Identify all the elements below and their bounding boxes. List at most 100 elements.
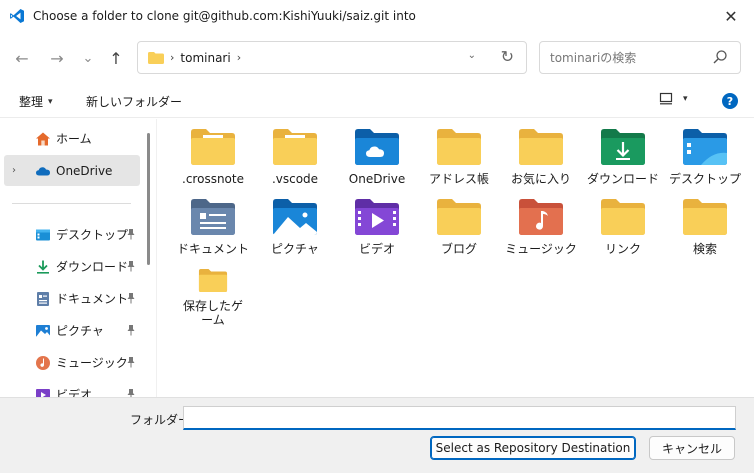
- file-name: デスクトップ: [668, 172, 741, 186]
- command-bar: 整理 ▾ 新しいフォルダー ▾ ?: [0, 84, 754, 118]
- downloads-folder-icon: [601, 129, 645, 165]
- sidebar-scrollbar[interactable]: [147, 133, 150, 265]
- folder-item[interactable]: 検索: [669, 189, 741, 257]
- file-name: お気に入り: [510, 172, 571, 186]
- music-folder-icon: [519, 199, 563, 235]
- chevron-right-icon[interactable]: ›: [12, 165, 16, 176]
- file-name: 検索: [692, 242, 717, 256]
- breadcrumb-chevron-icon[interactable]: ›: [237, 51, 241, 64]
- home-icon: [36, 132, 50, 146]
- organize-menu[interactable]: 整理 ▾: [19, 93, 53, 110]
- dialog-footer: フォルダー: Select as Repository Destination …: [0, 397, 754, 473]
- folder-item[interactable]: .vscode: [259, 119, 331, 187]
- sidebar-item-label: ドキュメント: [56, 292, 129, 306]
- address-bar[interactable]: › tominari › ⌄ ↻: [137, 41, 527, 74]
- pin-icon[interactable]: [126, 356, 136, 371]
- desktop-folder-icon: [683, 129, 727, 165]
- videos-folder-icon: [355, 199, 399, 235]
- navigation-pane: ホーム › OneDrive デスクトップ ダウンロード ドキュメント ピクチャ…: [0, 119, 156, 397]
- breadcrumb-separator-icon: ›: [170, 51, 175, 64]
- sidebar-item-desktop[interactable]: デスクトップ: [4, 219, 140, 250]
- folder-icon: [437, 129, 481, 165]
- file-name: ピクチャ: [271, 242, 319, 256]
- close-button[interactable]: ✕: [708, 0, 754, 32]
- select-repository-destination-button[interactable]: Select as Repository Destination: [430, 436, 636, 460]
- file-name: .vscode: [271, 172, 319, 186]
- folder-item[interactable]: 保存したゲーム: [177, 259, 249, 327]
- sidebar-item-onedrive[interactable]: › OneDrive: [4, 155, 140, 186]
- file-name: アドレス帳: [428, 172, 489, 186]
- chevron-down-icon: ▾: [48, 96, 53, 107]
- pictures-folder-icon: [273, 199, 317, 235]
- file-name: ビデオ: [358, 242, 395, 256]
- pictures-icon: [36, 325, 50, 337]
- sidebar-item-music[interactable]: ミュージック: [4, 347, 140, 378]
- recent-locations-button[interactable]: ⌄: [76, 46, 100, 70]
- file-name: ドキュメント: [176, 242, 249, 256]
- up-button[interactable]: ↑: [104, 46, 128, 70]
- sidebar-item-label: ビデオ: [56, 388, 93, 397]
- folder-item[interactable]: ドキュメント: [177, 189, 249, 257]
- pin-icon[interactable]: [126, 260, 136, 275]
- sidebar-item-label: ピクチャ: [56, 324, 104, 338]
- refresh-button[interactable]: ↻: [501, 47, 514, 66]
- folder-item[interactable]: ミュージック: [505, 189, 577, 257]
- sidebar-item-pictures[interactable]: ピクチャ: [4, 315, 140, 346]
- window-title: Choose a folder to clone git@github.com:…: [33, 9, 416, 23]
- search-box[interactable]: [539, 41, 741, 74]
- navigation-bar: ← → ⌄ ↑ › tominari › ⌄ ↻: [0, 32, 754, 84]
- sidebar-item-videos[interactable]: ビデオ: [4, 379, 140, 397]
- sidebar-divider: [12, 203, 131, 204]
- pin-icon[interactable]: [126, 324, 136, 339]
- folder-item[interactable]: OneDrive: [341, 119, 413, 187]
- pin-icon[interactable]: [126, 292, 136, 307]
- folder-icon: [519, 129, 563, 165]
- new-folder-button[interactable]: 新しいフォルダー: [86, 93, 182, 110]
- folder-name-input[interactable]: [183, 406, 736, 430]
- folder-item[interactable]: デスクトップ: [669, 119, 741, 187]
- documents-icon: [37, 292, 49, 306]
- view-menu-button[interactable]: ▾: [659, 92, 688, 105]
- sidebar-item-home[interactable]: ホーム: [4, 123, 140, 154]
- file-name: 保存したゲーム: [182, 299, 243, 327]
- breadcrumb-item[interactable]: tominari: [180, 51, 230, 65]
- onedrive-icon: [36, 167, 50, 176]
- address-history-dropdown[interactable]: ⌄: [468, 50, 476, 61]
- chevron-down-icon: ▾: [683, 93, 688, 104]
- folder-item[interactable]: お気に入り: [505, 119, 577, 187]
- folder-item[interactable]: ビデオ: [341, 189, 413, 257]
- folder-item[interactable]: ブログ: [423, 189, 495, 257]
- pin-icon[interactable]: [126, 388, 136, 397]
- download-icon: [37, 260, 49, 274]
- folder-item[interactable]: アドレス帳: [423, 119, 495, 187]
- sidebar-item-label: デスクトップ: [56, 228, 129, 242]
- folder-item[interactable]: リンク: [587, 189, 659, 257]
- folder-item[interactable]: ダウンロード: [587, 119, 659, 187]
- folder-icon: [601, 199, 645, 235]
- search-input[interactable]: [550, 50, 700, 65]
- file-name: リンク: [604, 242, 641, 256]
- file-name: .crossnote: [182, 172, 244, 186]
- pin-icon[interactable]: [126, 228, 136, 243]
- desktop-icon: [36, 229, 50, 241]
- view-icon: [659, 92, 673, 105]
- documents-folder-icon: [191, 199, 235, 235]
- folder-icon: [683, 199, 727, 235]
- search-icon[interactable]: [712, 49, 728, 65]
- forward-button[interactable]: →: [45, 46, 69, 70]
- sidebar-item-label: ミュージック: [56, 356, 128, 370]
- sidebar-item-documents[interactable]: ドキュメント: [4, 283, 140, 314]
- file-name: ブログ: [440, 242, 477, 256]
- help-button[interactable]: ?: [722, 93, 738, 109]
- file-name: ダウンロード: [586, 172, 659, 186]
- cancel-button[interactable]: キャンセル: [649, 436, 735, 460]
- file-list: .crossnote .vscode OneDrive アドレス帳 お気に入り …: [156, 119, 754, 397]
- folder-item[interactable]: .crossnote: [177, 119, 249, 187]
- sidebar-item-label: ホーム: [56, 132, 92, 146]
- sidebar-item-downloads[interactable]: ダウンロード: [4, 251, 140, 282]
- back-button[interactable]: ←: [10, 46, 34, 70]
- folder-item[interactable]: ピクチャ: [259, 189, 331, 257]
- folder-icon: [198, 269, 228, 292]
- vscode-icon: [9, 8, 25, 24]
- title-bar: Choose a folder to clone git@github.com:…: [0, 0, 754, 32]
